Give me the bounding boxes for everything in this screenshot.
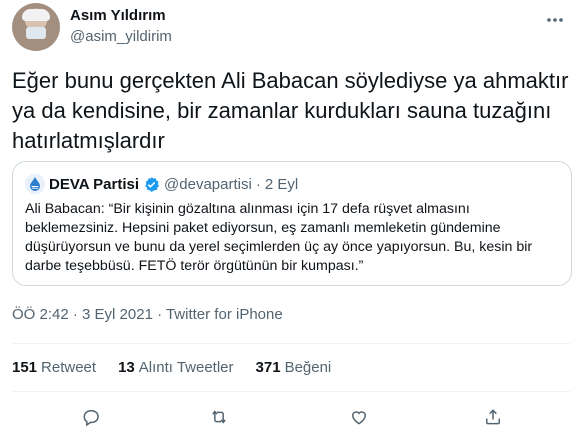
quoted-avatar [25, 174, 45, 194]
retweet-stat[interactable]: 151 Retweet [12, 359, 96, 376]
quoted-date[interactable]: 2 Eyl [265, 176, 298, 193]
reply-icon[interactable] [76, 402, 106, 432]
author-name[interactable]: Asım Yıldırım [70, 7, 166, 24]
tweet-text: Eğer bunu gerçekten Ali Babacan söylediy… [12, 68, 569, 153]
heart-icon[interactable] [344, 402, 374, 432]
quoted-text: Ali Babacan: “Bir kişinin gözaltına alın… [25, 201, 533, 274]
avatar-mask [26, 27, 46, 39]
separator-dot: · [255, 175, 261, 193]
retweet-label: Retweet [41, 359, 97, 376]
divider [12, 343, 570, 344]
like-label: Beğeni [284, 359, 332, 376]
quote-count: 13 [118, 359, 135, 376]
quoted-tweet[interactable]: DEVA Partisi @devapartisi · 2 Eyl Ali Ba… [12, 161, 572, 286]
quote-stat[interactable]: 13 Alıntı Tweetler [118, 359, 233, 376]
quoted-tweet-header: DEVA Partisi @devapartisi · 2 Eyl [25, 174, 298, 194]
tweet-header: Asım Yıldırım @asim_yildirim [0, 0, 583, 56]
avatar-hair [22, 9, 50, 21]
avatar[interactable] [12, 3, 60, 51]
verified-badge-icon [145, 176, 160, 192]
action-bar [0, 402, 583, 432]
divider [12, 391, 570, 392]
like-count: 371 [255, 359, 281, 376]
quoted-handle[interactable]: @devapartisi [164, 176, 252, 193]
retweet-count: 151 [12, 359, 38, 376]
share-icon[interactable] [478, 402, 508, 432]
quote-label: Alıntı Tweetler [138, 359, 234, 376]
author-handle[interactable]: @asim_yildirim [70, 28, 172, 45]
more-icon[interactable] [541, 6, 569, 34]
tweet-timestamp[interactable]: ÖÖ 2:42 · 3 Eyl 2021 · Twitter for iPhon… [12, 306, 283, 323]
like-stat[interactable]: 371 Beğeni [256, 359, 332, 376]
retweet-icon[interactable] [204, 402, 234, 432]
tweet-stats: 151 Retweet 13 Alıntı Tweetler 371 Beğeni [12, 359, 331, 376]
quoted-name[interactable]: DEVA Partisi [49, 176, 139, 193]
